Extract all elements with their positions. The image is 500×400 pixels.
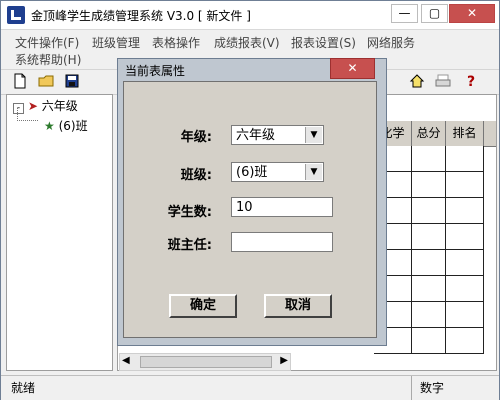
class-value: (6)班 (236, 165, 268, 180)
new-file-icon[interactable] (11, 73, 29, 91)
grid-cell[interactable] (446, 302, 484, 328)
tree-grade-label: 六年级 (41, 99, 78, 113)
teacher-input[interactable] (231, 232, 333, 252)
menu-file[interactable]: 文件操作(F) (15, 34, 79, 51)
grade-label: 年级: (180, 130, 212, 145)
cancel-button[interactable]: 取消 (264, 294, 332, 318)
grid-cell[interactable] (412, 224, 446, 250)
tree-connector (17, 108, 38, 121)
app-icon (7, 6, 25, 24)
chevron-down-icon[interactable]: ▼ (305, 164, 322, 180)
status-num: 数字 (411, 376, 452, 400)
close-button[interactable]: ✕ (449, 4, 495, 23)
scroll-thumb[interactable] (140, 356, 272, 368)
chevron-down-icon[interactable]: ▼ (305, 127, 322, 143)
grid-cell[interactable] (412, 302, 446, 328)
window-title: 金顶峰学生成绩管理系统 V3.0 [ 新文件 ] (31, 9, 251, 23)
print-icon[interactable] (434, 73, 452, 91)
maximize-button[interactable]: ▢ (421, 4, 448, 23)
menu-reports[interactable]: 成绩报表(V) (214, 34, 280, 51)
grid-cell[interactable] (412, 276, 446, 302)
properties-dialog: 年级: 六年级 ▼ 班级: (6)班 ▼ 学生数: 10 班主任: 确定 取消 (123, 81, 377, 338)
grid-cell[interactable] (412, 250, 446, 276)
students-input[interactable]: 10 (231, 197, 333, 217)
grid-cell[interactable] (412, 328, 446, 354)
menu-table[interactable]: 表格操作 (152, 34, 200, 51)
column-header: 排名 (446, 121, 484, 146)
students-label: 学生数: (167, 205, 212, 220)
scroll-right-icon[interactable]: ▶ (280, 355, 288, 366)
menu-help[interactable]: 系统帮助(H) (15, 51, 81, 68)
tree-class-node[interactable]: ★ (6)班 (44, 117, 88, 134)
grid-cell[interactable] (412, 172, 446, 198)
home-icon[interactable] (408, 73, 426, 91)
grid-cell[interactable] (446, 328, 484, 354)
grid-cell[interactable] (446, 224, 484, 250)
grid-cell[interactable] (446, 276, 484, 302)
menu-settings[interactable]: 报表设置(S) (291, 34, 356, 51)
grade-select[interactable]: 六年级 ▼ (231, 125, 324, 145)
menu-class[interactable]: 班级管理 (92, 34, 140, 51)
column-header: 总分 (412, 121, 446, 146)
grid-cell[interactable] (446, 172, 484, 198)
status-ready: 就绪 (11, 381, 36, 395)
grid-cell[interactable] (446, 250, 484, 276)
grid-cell[interactable] (412, 146, 446, 172)
main-window: 金顶峰学生成绩管理系统 V3.0 [ 新文件 ] — ▢ ✕ 文件操作(F) 班… (0, 0, 500, 400)
grid-cell[interactable] (412, 198, 446, 224)
dialog-close-button[interactable]: ✕ (330, 58, 375, 79)
class-select[interactable]: (6)班 ▼ (231, 162, 324, 182)
grade-value: 六年级 (236, 128, 276, 143)
grid-cell[interactable] (446, 146, 484, 172)
class-tree: - ➤ 六年级 ★ (6)班 (6, 94, 113, 371)
grid-cell[interactable] (446, 198, 484, 224)
students-value: 10 (236, 200, 253, 215)
menu-network[interactable]: 网络服务 (367, 34, 415, 51)
help-icon[interactable]: ? (462, 73, 480, 91)
ok-button[interactable]: 确定 (169, 294, 237, 318)
class-label: 班级: (180, 168, 212, 183)
open-folder-icon[interactable] (38, 73, 56, 91)
tree-class-label: (6)班 (58, 119, 88, 133)
teacher-label: 班主任: (167, 238, 212, 253)
status-bar: 就绪 数字 (1, 375, 499, 400)
save-icon[interactable] (63, 73, 81, 91)
class-star-icon: ★ (44, 119, 55, 133)
scroll-left-icon[interactable]: ◀ (122, 355, 130, 366)
title-bar: 金顶峰学生成绩管理系统 V3.0 [ 新文件 ] — ▢ ✕ (1, 1, 499, 30)
horizontal-scrollbar[interactable]: ◀ ▶ (119, 353, 291, 371)
minimize-button[interactable]: — (391, 4, 418, 23)
